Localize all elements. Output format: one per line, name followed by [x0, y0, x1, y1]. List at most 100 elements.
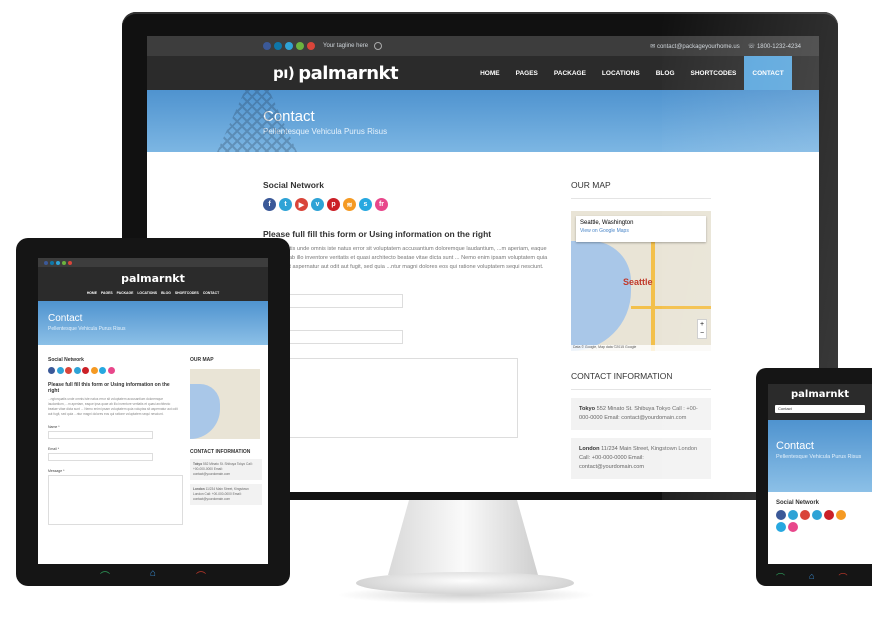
facebook-icon[interactable] [44, 260, 48, 265]
rss-icon[interactable] [90, 367, 98, 374]
pinterest-icon[interactable] [82, 367, 89, 374]
map-info-card: Seattle, Washington View on Google Maps [576, 216, 706, 242]
menu-home[interactable]: HOME [472, 56, 508, 90]
map-title: OUR MAP [571, 180, 711, 199]
tablet-hero: Contact Pellentesque Vehicula Purus Risu… [38, 301, 268, 345]
home-icon[interactable]: ⌂ [809, 571, 814, 584]
form-title: Please full fill this form or Using info… [263, 229, 492, 239]
twitter-icon[interactable] [788, 510, 798, 520]
tablet-sidebar: OUR MAP CONTACT INFORMATION Tokyo 552 Mi… [190, 357, 262, 525]
social-icons-row [48, 367, 178, 374]
top-social-icons [263, 42, 315, 50]
menu-shortcodes[interactable]: SHORTCODES [683, 56, 745, 90]
google-map[interactable]: Seattle, Washington View on Google Maps … [571, 211, 711, 351]
linkedin-icon[interactable] [274, 42, 282, 50]
tablet-main-column: Social Network Please full fill this for… [48, 357, 183, 525]
tablet-logo[interactable]: palmarnkt [38, 267, 268, 285]
menu-locations[interactable]: LOCATIONS [594, 56, 648, 90]
email-icon[interactable] [62, 260, 66, 265]
tablet-menu: HOME PAGES PACKAGE LOCATIONS BLOG SHORTC… [38, 291, 268, 295]
map-road [651, 241, 655, 351]
home-icon[interactable]: ⌂ [150, 568, 156, 582]
menu-package[interactable]: PACKAGE [546, 56, 594, 90]
page-subtitle: Pellentesque Vehicula Purus Risus [48, 326, 126, 332]
top-email-text: contact@packageyourhome.us [656, 43, 740, 50]
rss-icon[interactable]: ≋ [343, 198, 356, 211]
map-water [571, 241, 631, 351]
map-zoom-control[interactable]: + − [697, 319, 707, 339]
rss-icon[interactable] [836, 510, 846, 520]
skype-icon[interactable] [776, 522, 786, 532]
facebook-icon[interactable]: f [263, 198, 276, 211]
top-email[interactable]: ✉ contact@packageyourhome.us [650, 43, 740, 50]
menu-blog[interactable]: BLOG [648, 56, 683, 90]
contact-box-london: London 11/234 Main Street, Kingstown Lon… [190, 484, 262, 505]
pinterest-icon[interactable] [824, 510, 834, 520]
contact-text: 552 Minato St. Shibuya Tokyo Call : +00-… [193, 462, 254, 476]
menu-pages[interactable]: PAGES [508, 56, 546, 90]
phone-device: palmarnkt Contact Contact Pellentesque V… [756, 368, 872, 586]
phone-menu-select[interactable]: Contact [775, 405, 865, 413]
facebook-icon[interactable] [263, 42, 271, 50]
top-bar: Your tagline here ✉ contact@packageyourh… [147, 36, 819, 56]
tablet-screen: palmarnkt HOME PAGES PACKAGE LOCATIONS B… [38, 258, 268, 564]
monitor-stand-neck [388, 500, 538, 575]
menu-contact[interactable]: CONTACT [744, 56, 792, 90]
twitter-icon[interactable] [56, 260, 60, 265]
skype-icon[interactable] [99, 367, 106, 374]
facebook-icon[interactable] [776, 510, 786, 520]
back-icon[interactable]: ⌒ [776, 571, 785, 584]
recent-apps-icon[interactable]: ⌒ [196, 568, 206, 583]
menu-blog[interactable]: BLOG [161, 291, 171, 295]
menu-shortcodes[interactable]: SHORTCODES [175, 291, 199, 295]
email-icon[interactable] [296, 42, 304, 50]
flickr-icon[interactable]: fr [375, 198, 388, 211]
youtube-icon[interactable] [307, 42, 315, 50]
twitter-icon[interactable] [56, 367, 64, 374]
pinterest-icon[interactable]: p [327, 198, 340, 211]
contact-city: Tokyo [579, 406, 596, 412]
menu-contact[interactable]: CONTACT [203, 291, 219, 295]
vimeo-icon[interactable]: v [311, 198, 324, 211]
site-logo[interactable]: pı) palmarnkt [273, 63, 399, 84]
tablet-top-bar [38, 258, 268, 267]
youtube-icon[interactable] [65, 367, 72, 374]
linkedin-icon[interactable] [50, 260, 54, 265]
youtube-icon[interactable]: ▶ [295, 198, 308, 211]
phone-body: Social Network [768, 492, 872, 532]
email-field[interactable] [48, 453, 153, 461]
menu-locations[interactable]: LOCATIONS [137, 291, 157, 295]
youtube-icon[interactable] [800, 510, 810, 520]
back-icon[interactable]: ⌒ [100, 568, 110, 583]
message-field[interactable] [48, 475, 183, 525]
phone-nav-buttons: ⌒ ⌂ ⌒ [776, 571, 847, 584]
menu-home[interactable]: HOME [87, 291, 97, 295]
vimeo-icon[interactable] [73, 367, 81, 374]
flickr-icon[interactable] [788, 522, 798, 532]
recent-apps-icon[interactable]: ⌒ [838, 571, 847, 584]
facebook-icon[interactable] [48, 367, 55, 374]
social-icons-row: f t ▶ v p ≋ s fr [263, 198, 553, 211]
youtube-icon[interactable] [68, 260, 72, 265]
phone-logo[interactable]: palmarnkt [768, 384, 872, 400]
search-icon[interactable] [374, 42, 383, 50]
twitter-icon[interactable] [285, 42, 293, 50]
twitter-icon[interactable]: t [279, 198, 292, 211]
menu-package[interactable]: PACKAGE [117, 291, 134, 295]
tablet-nav-buttons: ⌒ ⌂ ⌒ [16, 568, 290, 583]
skype-icon[interactable]: s [359, 198, 372, 211]
vimeo-icon[interactable] [812, 510, 822, 520]
name-field[interactable] [48, 431, 153, 439]
sidebar: OUR MAP Seattle, Washington View on Goog… [571, 180, 711, 479]
page-subtitle: Pellentesque Vehicula Purus Risus [263, 127, 388, 136]
contact-info-title: CONTACT INFORMATION [190, 449, 251, 455]
menu-pages[interactable]: PAGES [101, 291, 113, 295]
flickr-icon[interactable] [107, 367, 115, 374]
top-phone-text: 1800-1232-4234 [756, 43, 801, 50]
page-subtitle: Pellentesque Vehicula Purus Risus [776, 454, 862, 460]
name-label: Name * [48, 425, 60, 429]
map-link[interactable]: View on Google Maps [580, 228, 702, 234]
contact-box-london: London 11/234 Main Street, Kingstown Lon… [571, 438, 711, 479]
message-field[interactable] [263, 358, 518, 438]
google-map[interactable] [190, 369, 260, 439]
